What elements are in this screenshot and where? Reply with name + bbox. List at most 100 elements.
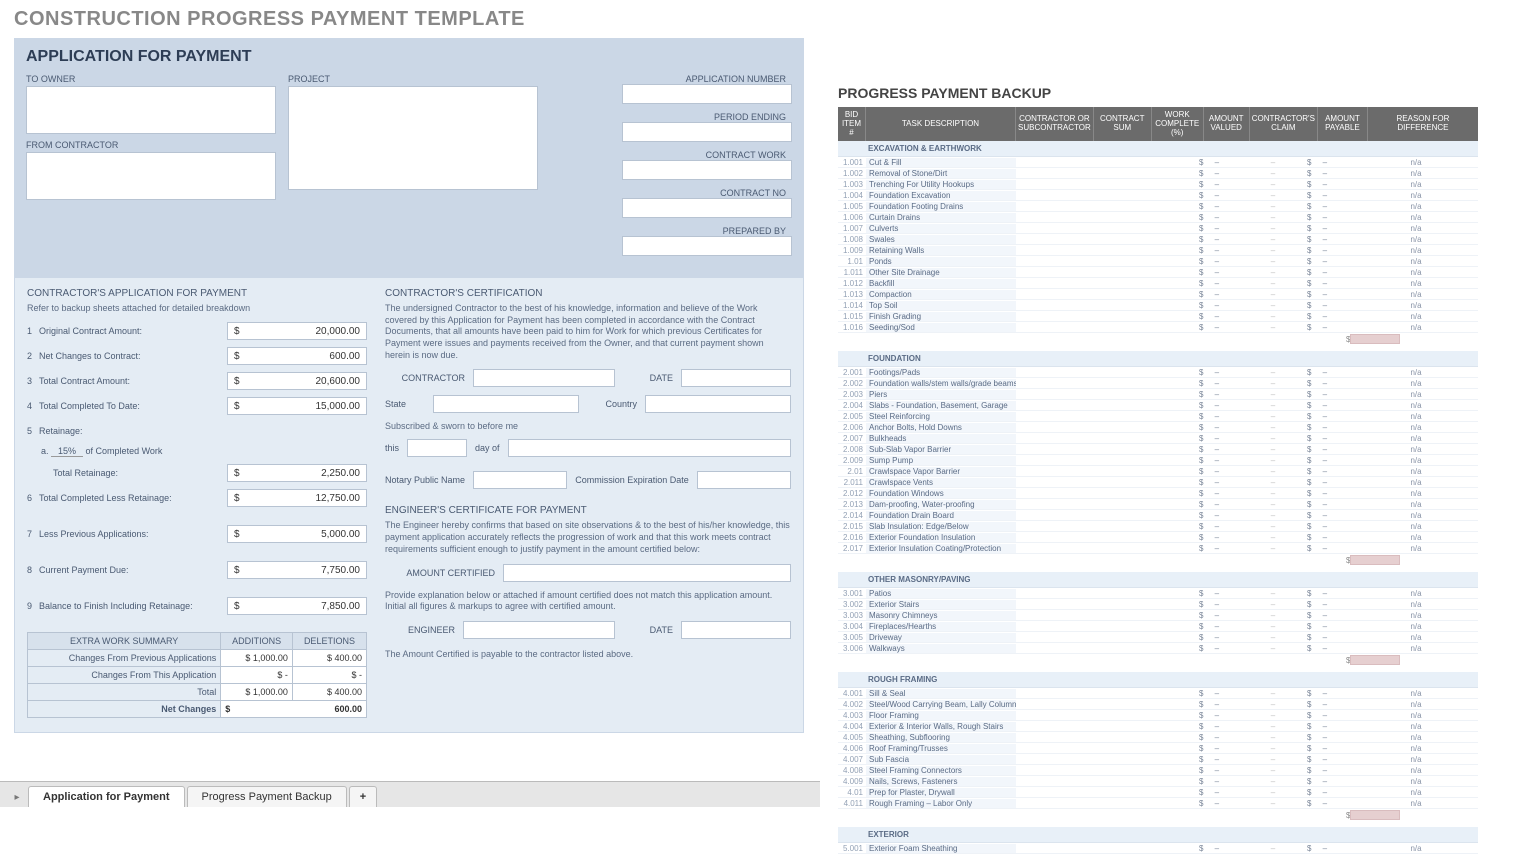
table-row: 2.007Bulkheads$ ––$ –n/a bbox=[838, 433, 1478, 444]
table-row: 4.004Exterior & Interior Walls, Rough St… bbox=[838, 721, 1478, 732]
table-row: 3.003Masonry Chimneys$ ––$ –n/a bbox=[838, 610, 1478, 621]
group-subtotal: $ bbox=[838, 654, 1478, 666]
amount-value-cell[interactable]: $20,600.00 bbox=[227, 372, 367, 390]
amount-certified-input[interactable] bbox=[503, 564, 791, 582]
table-row: Changes From Previous Applications$ 1,00… bbox=[28, 650, 367, 667]
app-number-input[interactable] bbox=[622, 84, 792, 104]
contractor-sig-label: CONTRACTOR bbox=[385, 373, 465, 383]
state-input[interactable] bbox=[433, 395, 579, 413]
amount-value-cell[interactable]: $12,750.00 bbox=[227, 489, 367, 507]
retainage-pct-line: a. 15% of Completed Work bbox=[41, 446, 367, 457]
table-row: 2.013Dam-proofing, Water-proofing$ ––$ –… bbox=[838, 499, 1478, 510]
contract-no-label: CONTRACT NO bbox=[662, 188, 792, 198]
table-row: 4.003Floor Framing$ ––$ –n/a bbox=[838, 710, 1478, 721]
project-label: PROJECT bbox=[288, 74, 538, 84]
dayof-input[interactable] bbox=[508, 439, 791, 457]
payable-note: The Amount Certified is payable to the c… bbox=[385, 649, 791, 661]
amount-line: 6Total Completed Less Retainage:$12,750.… bbox=[27, 488, 367, 508]
table-row: 1.011Other Site Drainage$ ––$ –n/a bbox=[838, 267, 1478, 278]
table-row: 2.002Foundation walls/stem walls/grade b… bbox=[838, 378, 1478, 389]
tab-scroll-right-icon[interactable]: ▸ bbox=[6, 787, 28, 807]
table-row: 2.009Sump Pump$ ––$ –n/a bbox=[838, 455, 1478, 466]
table-row: 2.008Sub-Slab Vapor Barrier$ ––$ –n/a bbox=[838, 444, 1478, 455]
table-row: 3.005Driveway$ ––$ –n/a bbox=[838, 632, 1478, 643]
prepared-by-label: PREPARED BY bbox=[662, 226, 792, 236]
amount-line: 9Balance to Finish Including Retainage:$… bbox=[27, 596, 367, 616]
prepared-by-input[interactable] bbox=[622, 236, 792, 256]
table-row: 3.002Exterior Stairs$ ––$ –n/a bbox=[838, 599, 1478, 610]
country-input[interactable] bbox=[645, 395, 791, 413]
eng-date-input[interactable] bbox=[681, 621, 791, 639]
group-header: OTHER MASONRY/PAVING bbox=[838, 572, 1478, 588]
amount-value-cell[interactable]: $20,000.00 bbox=[227, 322, 367, 340]
amount-certified-note: Provide explanation below or attached if… bbox=[385, 590, 791, 613]
subscribed-note: Subscribed & sworn to before me bbox=[385, 421, 791, 431]
amount-line: 3Total Contract Amount:$20,600.00 bbox=[27, 371, 367, 391]
table-row: 2.004Slabs - Foundation, Basement, Garag… bbox=[838, 400, 1478, 411]
amount-certified-label: AMOUNT CERTIFIED bbox=[385, 568, 495, 578]
from-contractor-input[interactable] bbox=[26, 152, 276, 200]
application-for-payment-panel: APPLICATION FOR PAYMENT TO OWNER FROM CO… bbox=[14, 38, 804, 733]
amount-value-cell[interactable]: $600.00 bbox=[227, 347, 367, 365]
sheet-tab-bar: ▸ Application for Payment Progress Payme… bbox=[0, 781, 820, 807]
engineer-sig-input[interactable] bbox=[463, 621, 615, 639]
progress-payment-backup-panel: PROGRESS PAYMENT BACKUP BID ITEM # TASK … bbox=[828, 75, 1488, 860]
project-input[interactable] bbox=[288, 86, 538, 190]
table-row: 2.006Anchor Bolts, Hold Downs$ ––$ –n/a bbox=[838, 422, 1478, 433]
table-row: 2.016Exterior Foundation Insulation$ ––$… bbox=[838, 532, 1478, 543]
table-row: 1.006Curtain Drains$ ––$ –n/a bbox=[838, 212, 1478, 223]
table-row: 2.005Steel Reinforcing$ ––$ –n/a bbox=[838, 411, 1478, 422]
table-row: 1.016Seeding/Sod$ ––$ –n/a bbox=[838, 322, 1478, 333]
amount-value-cell[interactable]: $2,250.00 bbox=[227, 464, 367, 482]
table-row: 1.007Culverts$ ––$ –n/a bbox=[838, 223, 1478, 234]
contractor-sig-input[interactable] bbox=[473, 369, 615, 387]
backup-table-header: BID ITEM # TASK DESCRIPTION CONTRACTOR O… bbox=[838, 107, 1478, 141]
to-owner-label: TO OWNER bbox=[26, 74, 276, 84]
table-row: 2.015Slab Insulation: Edge/Below$ ––$ –n… bbox=[838, 521, 1478, 532]
contract-no-input[interactable] bbox=[622, 198, 792, 218]
commission-input[interactable] bbox=[697, 471, 791, 489]
table-row: 1.003Trenching For Utility Hookups$ ––$ … bbox=[838, 179, 1478, 190]
application-title: APPLICATION FOR PAYMENT bbox=[26, 48, 792, 66]
amount-line: 8Current Payment Due:$7,750.00 bbox=[27, 560, 367, 580]
to-owner-input[interactable] bbox=[26, 86, 276, 134]
amount-line: Total Retainage:$2,250.00 bbox=[27, 463, 367, 483]
notary-input[interactable] bbox=[473, 471, 567, 489]
tab-application-for-payment[interactable]: Application for Payment bbox=[28, 786, 185, 807]
group-header: ROUGH FRAMING bbox=[838, 672, 1478, 688]
this-input[interactable] bbox=[407, 439, 467, 457]
table-row: 3.001Patios$ ––$ –n/a bbox=[838, 588, 1478, 599]
tab-add[interactable]: + bbox=[349, 786, 377, 807]
amount-line: 5Retainage: bbox=[27, 421, 367, 441]
backup-title: PROGRESS PAYMENT BACKUP bbox=[838, 85, 1478, 101]
table-row: 4.006Roof Framing/Trusses$ ––$ –n/a bbox=[838, 743, 1478, 754]
table-row: 2.01Crawlspace Vapor Barrier$ ––$ –n/a bbox=[838, 466, 1478, 477]
contractor-app-heading: CONTRACTOR'S APPLICATION FOR PAYMENT bbox=[27, 288, 367, 299]
contract-work-label: CONTRACT WORK bbox=[662, 150, 792, 160]
table-row: 1.004Foundation Excavation$ ––$ –n/a bbox=[838, 190, 1478, 201]
table-row: 1.009Retaining Walls$ ––$ –n/a bbox=[838, 245, 1478, 256]
group-subtotal: $ bbox=[838, 333, 1478, 345]
amount-value-cell[interactable]: $7,750.00 bbox=[227, 561, 367, 579]
group-header: EXTERIOR bbox=[838, 827, 1478, 843]
amount-value-cell[interactable]: $5,000.00 bbox=[227, 525, 367, 543]
contract-work-input[interactable] bbox=[622, 160, 792, 180]
eng-date-label: DATE bbox=[623, 625, 673, 635]
table-row: Total$ 1,000.00$ 400.00 bbox=[28, 684, 367, 701]
cert-date-input[interactable] bbox=[681, 369, 791, 387]
backup-note: Refer to backup sheets attached for deta… bbox=[27, 303, 367, 313]
tab-progress-payment-backup[interactable]: Progress Payment Backup bbox=[187, 786, 347, 807]
table-row: 2.003Piers$ ––$ –n/a bbox=[838, 389, 1478, 400]
table-row: 4.011Rough Framing – Labor Only$ ––$ –n/… bbox=[838, 798, 1478, 809]
table-row: 1.012Backfill$ ––$ –n/a bbox=[838, 278, 1478, 289]
period-ending-input[interactable] bbox=[622, 122, 792, 142]
extra-work-summary-table: EXTRA WORK SUMMARYADDITIONSDELETIONS Cha… bbox=[27, 632, 367, 718]
amount-value-cell[interactable]: $15,000.00 bbox=[227, 397, 367, 415]
table-row: Changes From This Application$ -$ - bbox=[28, 667, 367, 684]
amount-line: 4Total Completed To Date:$15,000.00 bbox=[27, 396, 367, 416]
this-label: this bbox=[385, 443, 399, 453]
amount-value-cell[interactable]: $7,850.00 bbox=[227, 597, 367, 615]
page-title: CONSTRUCTION PROGRESS PAYMENT TEMPLATE bbox=[0, 0, 1536, 39]
amount-line: 7Less Previous Applications:$5,000.00 bbox=[27, 524, 367, 544]
table-row: 4.007Sub Fascia$ ––$ –n/a bbox=[838, 754, 1478, 765]
